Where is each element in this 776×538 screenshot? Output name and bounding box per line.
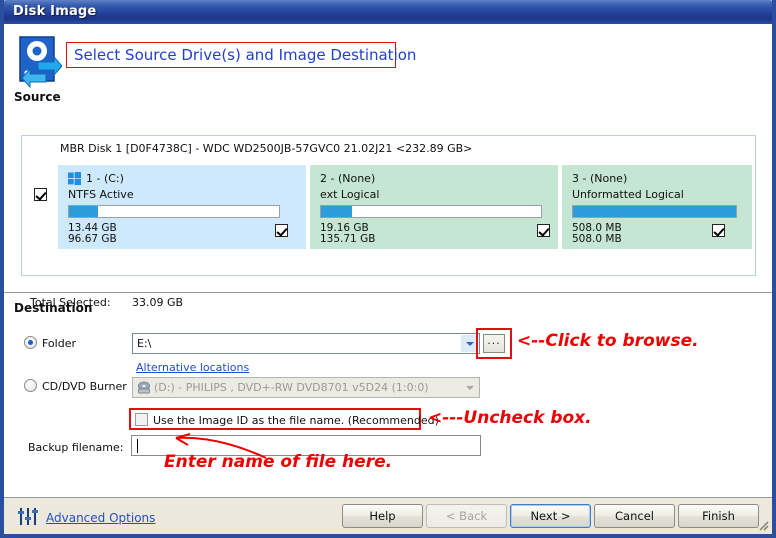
disk-image-window: Disk Image Source Select Source Drive(s)… bbox=[0, 0, 776, 538]
resize-grip-icon[interactable] bbox=[756, 518, 770, 532]
cancel-button[interactable]: Cancel bbox=[594, 504, 675, 528]
disk-select-checkbox[interactable] bbox=[34, 188, 47, 204]
annotation-uncheck-box: <---Uncheck box. bbox=[428, 408, 592, 428]
chevron-down-icon bbox=[465, 341, 474, 346]
checkbox-glyph bbox=[275, 224, 288, 237]
partition-select-checkbox[interactable] bbox=[537, 224, 550, 240]
partition-usage-bar bbox=[572, 205, 737, 218]
text-caret bbox=[137, 439, 138, 453]
source-pane: Source Select Source Drive(s) and Image … bbox=[4, 24, 772, 309]
folder-path-combobox[interactable]: E:\ bbox=[132, 333, 480, 354]
disk-description: MBR Disk 1 [D0F4738C] - WDC WD2500JB-57G… bbox=[60, 142, 473, 155]
partition-total: 96.67 GB bbox=[68, 233, 117, 245]
checkbox-glyph bbox=[712, 224, 725, 237]
cd-device-value: (D:) - PHILIPS , DVD+-RW DVD8701 v5D24 (… bbox=[154, 381, 429, 394]
destination-heading: Destination bbox=[14, 301, 93, 315]
folder-path-value: E:\ bbox=[137, 337, 152, 350]
partition-block[interactable]: 2 - (None) ext Logical 19.16 GB 135.71 G… bbox=[310, 165, 558, 249]
browse-highlight-box bbox=[476, 328, 512, 359]
annotation-click-to-browse: <--Click to browse. bbox=[517, 331, 699, 351]
backup-filename-label: Backup filename: bbox=[28, 441, 124, 454]
sliders-icon bbox=[18, 508, 38, 525]
partition-usage-fill bbox=[321, 206, 352, 217]
partition-filesystem: ext Logical bbox=[320, 188, 380, 201]
page-title: Select Source Drive(s) and Image Destina… bbox=[74, 46, 417, 64]
partition-sizes: 508.0 MB 508.0 MB bbox=[572, 223, 622, 245]
partition-sizes: 19.16 GB 135.71 GB bbox=[320, 223, 375, 245]
partition-select-checkbox[interactable] bbox=[712, 224, 725, 240]
window-title-bar: Disk Image bbox=[4, 0, 772, 24]
partition-name: 3 - (None) bbox=[572, 172, 628, 185]
total-selected-value: 33.09 GB bbox=[132, 296, 184, 309]
use-image-id-checkbox[interactable] bbox=[135, 413, 148, 429]
optical-drive-icon bbox=[138, 381, 150, 394]
cd-dvd-radio-label: CD/DVD Burner bbox=[42, 380, 127, 393]
folder-radio-label: Folder bbox=[42, 337, 76, 350]
finish-button[interactable]: Finish bbox=[678, 504, 759, 528]
radio-folder[interactable] bbox=[24, 336, 37, 349]
cd-device-combobox[interactable]: (D:) - PHILIPS , DVD+-RW DVD8701 v5D24 (… bbox=[132, 377, 480, 398]
partition-filesystem: Unformatted Logical bbox=[572, 188, 684, 201]
advanced-options-link[interactable]: Advanced Options bbox=[46, 511, 155, 525]
source-label: Source bbox=[14, 90, 61, 104]
alternative-locations-link[interactable]: Alternative locations bbox=[136, 361, 249, 374]
partition-name: 2 - (None) bbox=[320, 172, 376, 185]
help-button[interactable]: Help bbox=[342, 504, 423, 528]
partition-name: 1 - (C:) bbox=[86, 172, 124, 185]
partition-usage-fill bbox=[69, 206, 99, 217]
checkbox-glyph bbox=[34, 188, 47, 201]
partition-total: 135.71 GB bbox=[320, 233, 376, 245]
partition-usage-bar bbox=[68, 205, 280, 218]
partition-select-checkbox[interactable] bbox=[275, 224, 288, 240]
partition-sizes: 13.44 GB 96.67 GB bbox=[68, 223, 117, 245]
checkbox-glyph bbox=[135, 413, 148, 426]
partition-usage-bar bbox=[320, 205, 542, 218]
checkbox-glyph bbox=[537, 224, 550, 237]
partition-block[interactable]: 1 - (C:) NTFS Active 13.44 GB 96.67 GB bbox=[58, 165, 306, 249]
partition-usage-fill bbox=[573, 206, 736, 217]
annotation-arrow-icon bbox=[175, 433, 267, 459]
windows-logo-icon bbox=[68, 172, 81, 185]
back-button: < Back bbox=[426, 504, 507, 528]
partition-total: 508.0 MB bbox=[572, 233, 622, 245]
partition-filesystem: NTFS Active bbox=[68, 188, 134, 201]
next-button[interactable]: Next > bbox=[510, 504, 591, 528]
partition-block[interactable]: 3 - (None) Unformatted Logical 508.0 MB … bbox=[562, 165, 752, 249]
radio-cd-dvd-burner[interactable] bbox=[24, 379, 37, 392]
hard-disk-refresh-icon bbox=[19, 36, 62, 88]
section-divider bbox=[4, 292, 772, 293]
cd-dropdown-arrow bbox=[461, 379, 478, 396]
use-image-id-label: Use the Image ID as the file name. (Reco… bbox=[153, 414, 439, 427]
chevron-down-icon bbox=[465, 385, 474, 390]
window-title: Disk Image bbox=[13, 4, 97, 19]
